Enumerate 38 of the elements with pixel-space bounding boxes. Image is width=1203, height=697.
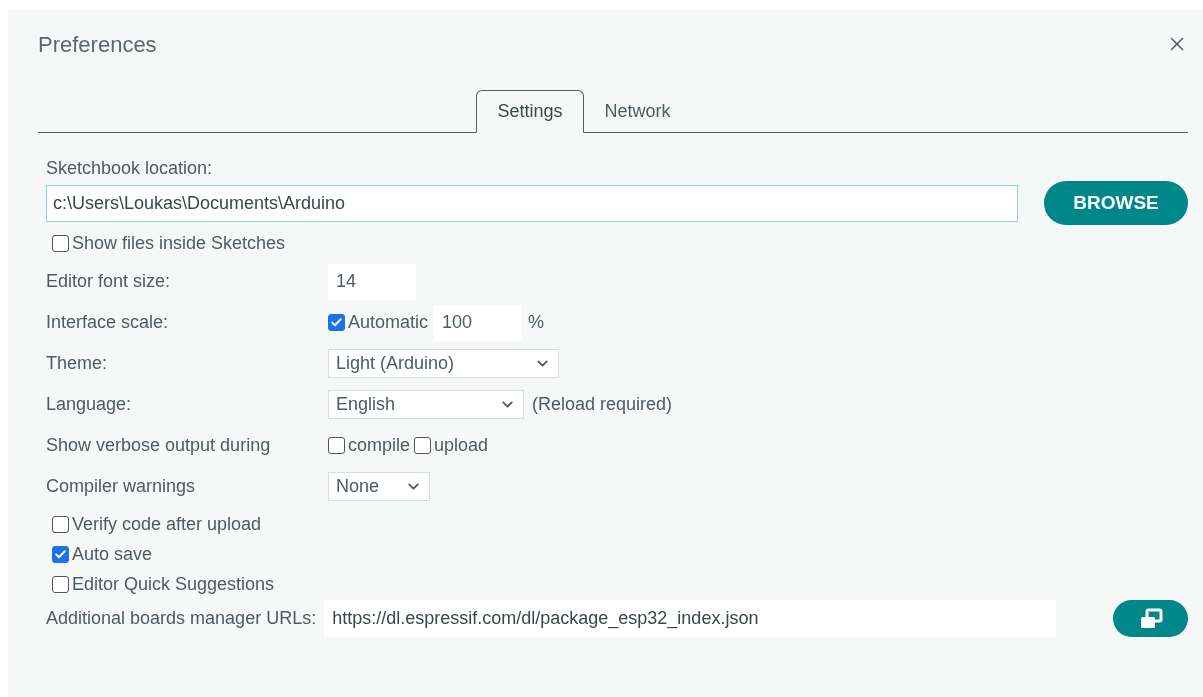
tab[interactable]: Settings xyxy=(476,90,584,133)
setting-label: Editor font size: xyxy=(46,270,172,293)
dropdown[interactable]: English xyxy=(328,390,524,419)
dropdown[interactable]: Light (Arduino) xyxy=(328,349,559,378)
setting-label: Interface scale: xyxy=(46,311,170,334)
setting-label: Language: xyxy=(46,393,133,416)
checkbox-label: Editor Quick Suggestions xyxy=(72,572,275,596)
font-size-field[interactable]: 14 xyxy=(328,263,416,300)
checkbox-label: Verify code after upload xyxy=(72,512,262,536)
open-window-button[interactable] xyxy=(1113,600,1188,637)
sketchbook-path-field[interactable]: c:\Users\Loukas\Documents\Arduino xyxy=(46,184,1018,222)
checkbox-label: Show files inside Sketches xyxy=(72,231,286,255)
urls-field[interactable]: https://dl.espressif.com/dl/package_esp32_index.json xyxy=(324,600,1057,637)
scale-field[interactable]: 100 xyxy=(434,304,523,341)
percent-sign: % xyxy=(528,311,545,334)
checkbox[interactable] xyxy=(328,437,345,454)
checkbox[interactable] xyxy=(52,234,69,252)
checkbox-label: Automatic xyxy=(348,311,429,334)
check-icon xyxy=(330,316,343,329)
dialog-title: Preferences xyxy=(38,30,157,59)
setting-label: Theme: xyxy=(46,352,109,375)
urls-label: Additional boards manager URLs: xyxy=(46,607,317,630)
setting-label: Compiler warnings xyxy=(46,475,197,498)
checkbox-label: compile xyxy=(348,434,411,457)
checkbox-label: upload xyxy=(434,434,489,457)
reload-note: (Reload required) xyxy=(532,393,673,416)
checkbox[interactable] xyxy=(328,314,345,331)
check-icon xyxy=(54,547,67,561)
tab[interactable]: Network xyxy=(583,90,692,133)
dropdown[interactable]: None xyxy=(328,472,430,501)
checkbox[interactable] xyxy=(52,545,69,563)
checkbox[interactable] xyxy=(52,515,69,533)
checkbox[interactable] xyxy=(52,575,69,593)
checkbox-label: Auto save xyxy=(72,542,153,566)
sketchbook-label: Sketchbook location: xyxy=(46,157,214,179)
browse-button[interactable]: BROWSE xyxy=(1044,181,1188,225)
checkbox[interactable] xyxy=(414,437,432,454)
setting-label: Show verbose output during xyxy=(46,434,272,457)
